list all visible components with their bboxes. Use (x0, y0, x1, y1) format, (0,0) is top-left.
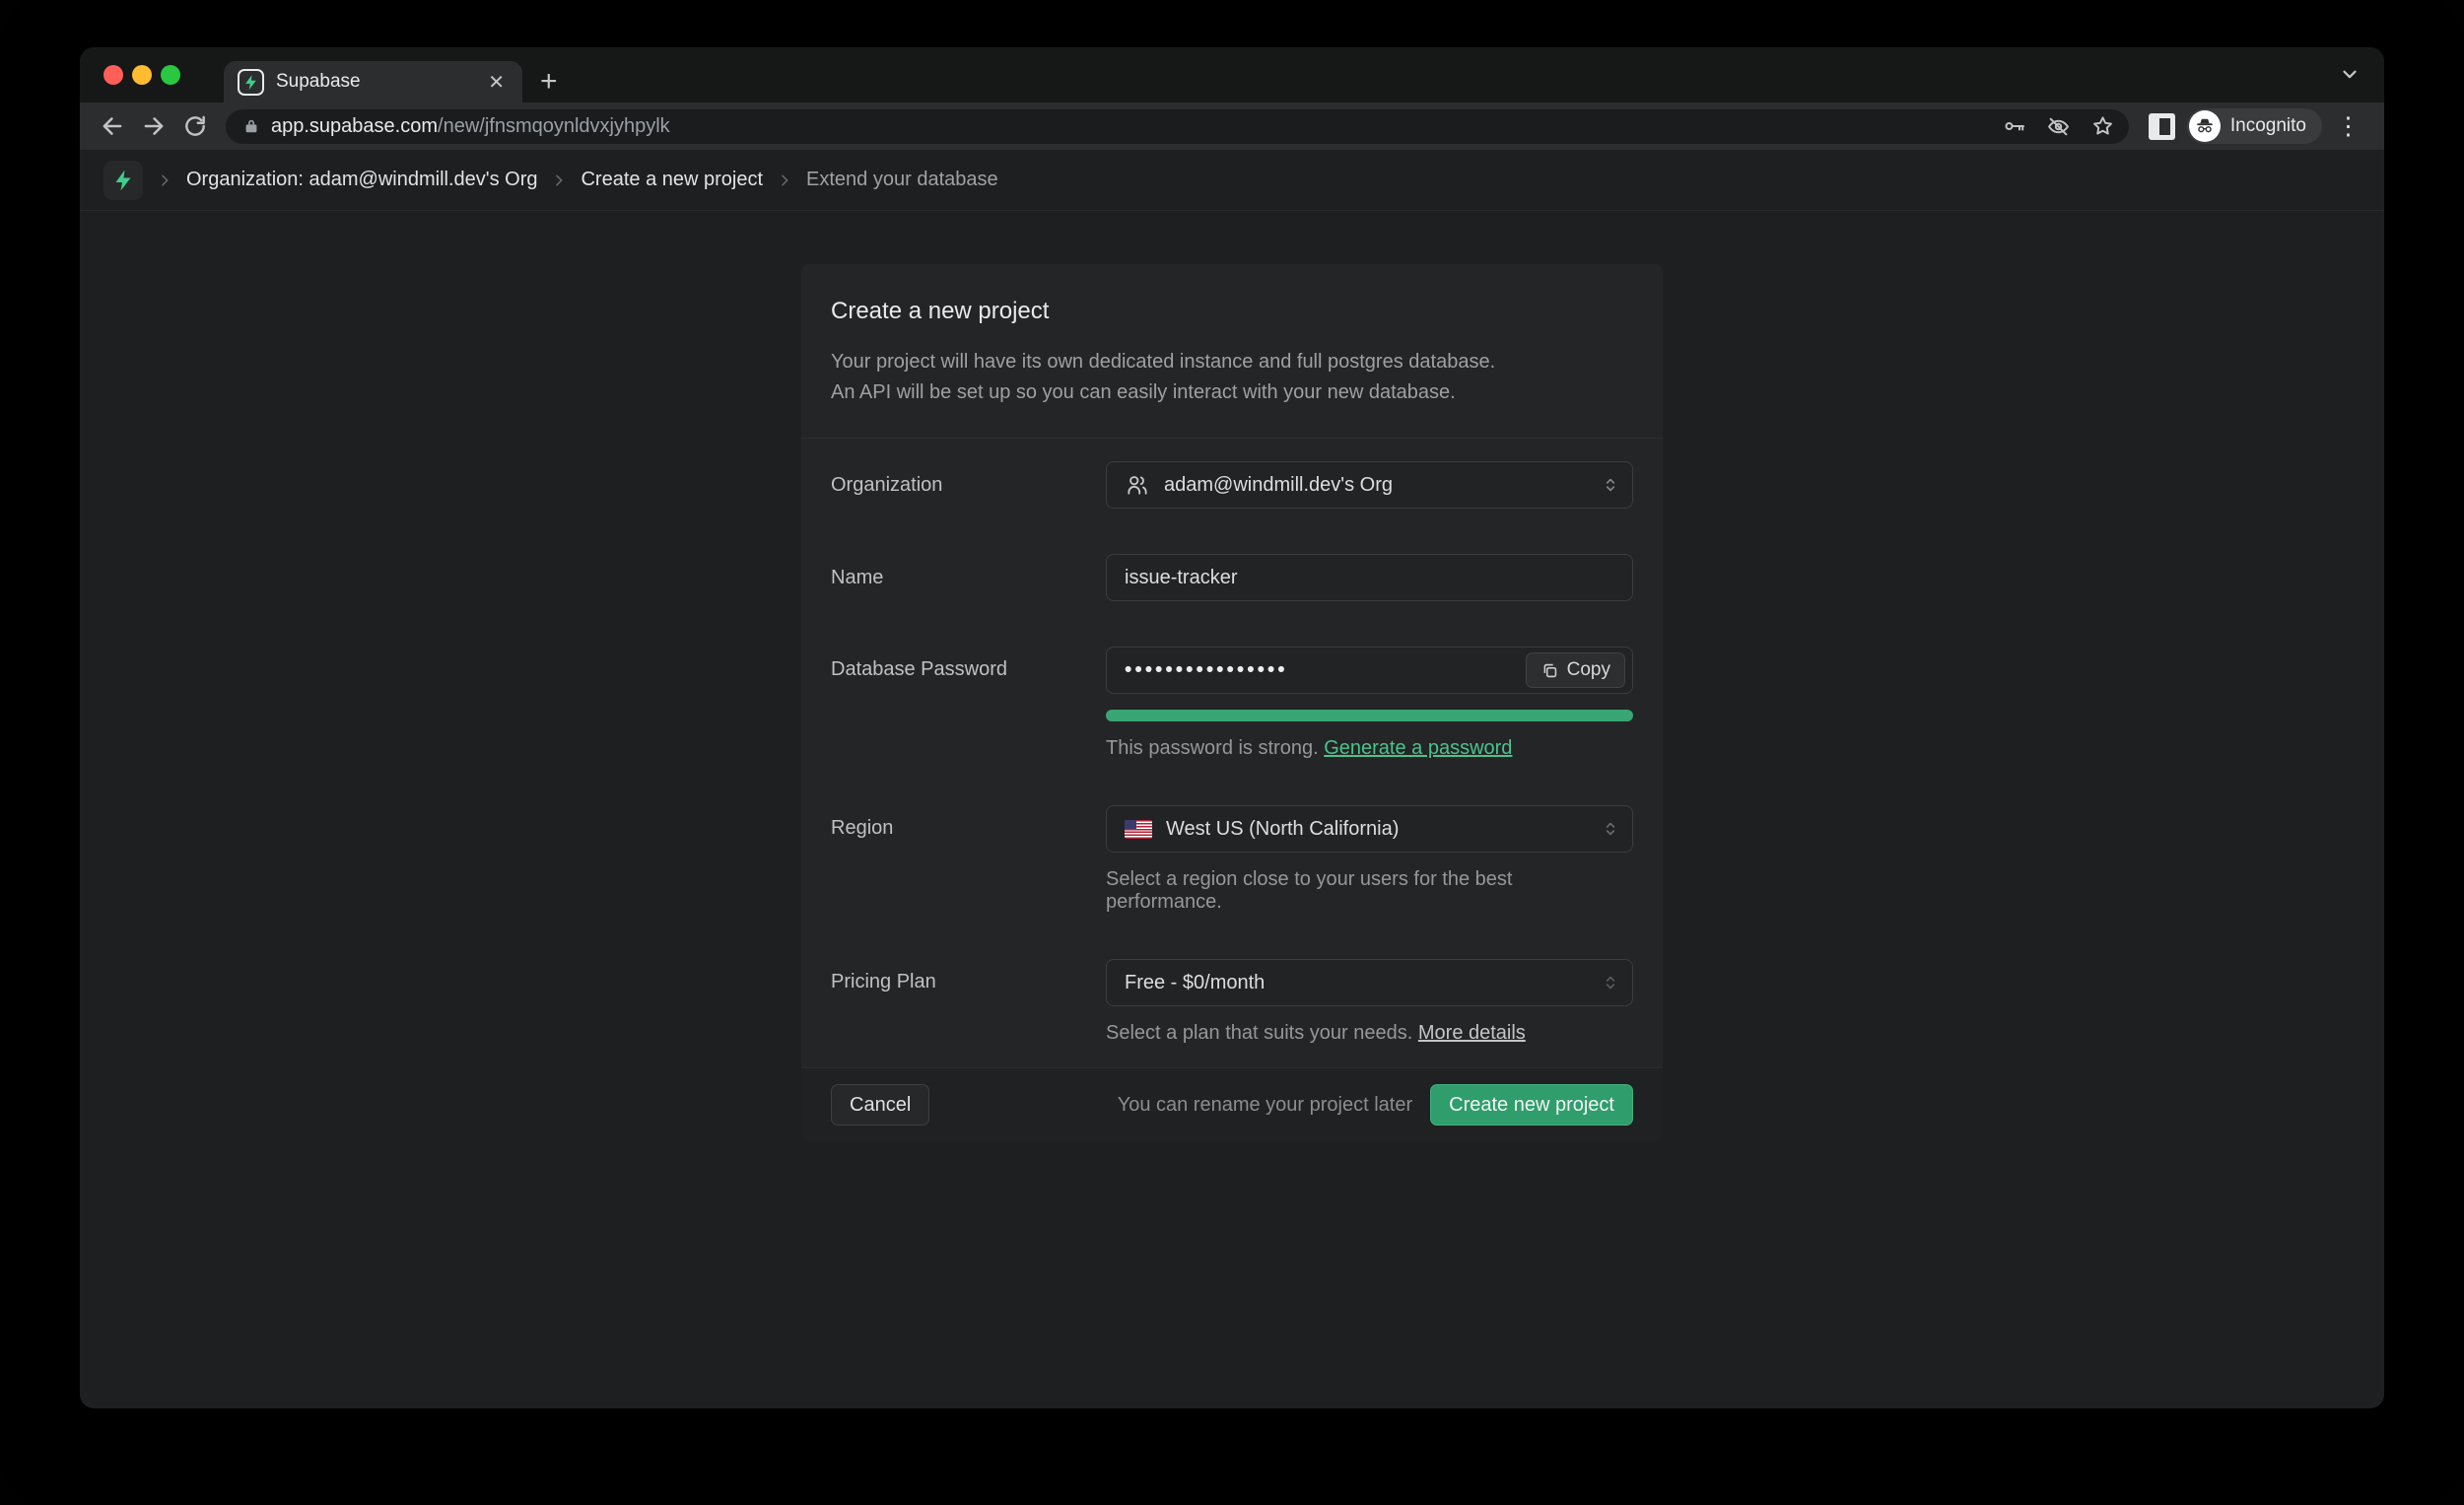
page-title: Create a new project (831, 298, 1633, 325)
minimize-window-button[interactable] (132, 65, 152, 85)
supabase-favicon-icon (238, 69, 264, 96)
tab-close-icon[interactable]: ✕ (484, 70, 509, 95)
new-tab-icon[interactable]: + (540, 67, 558, 97)
description-line-2: An API will be set up so you can easily … (831, 377, 1633, 408)
password-key-icon[interactable] (2003, 114, 2026, 138)
create-project-card: Create a new project Your project will h… (801, 264, 1663, 1141)
generate-password-link[interactable]: Generate a password (1324, 737, 1512, 759)
region-row: Region West US (North California) Select… (801, 783, 1663, 936)
bookmark-star-icon[interactable] (2090, 114, 2115, 139)
more-details-link[interactable]: More details (1418, 1022, 1526, 1044)
description-line-1: Your project will have its own dedicated… (831, 347, 1633, 377)
cancel-button[interactable]: Cancel (831, 1084, 929, 1126)
tab-strip: Supabase ✕ + (80, 47, 2384, 103)
name-label: Name (831, 567, 1106, 589)
password-label: Database Password (831, 658, 1106, 681)
incognito-badge: Incognito (2187, 108, 2322, 144)
project-name-input[interactable] (1106, 554, 1633, 601)
create-new-project-button[interactable]: Create new project (1430, 1084, 1633, 1126)
pricing-value: Free - $0/month (1125, 972, 1614, 994)
browser-menu-icon[interactable]: ⋮ (2326, 111, 2370, 141)
breadcrumb-chevron-icon (551, 172, 567, 188)
select-chevrons-icon (1601, 973, 1620, 992)
tab-search-chevron-icon[interactable] (2339, 63, 2361, 85)
select-chevrons-icon (1601, 475, 1620, 495)
breadcrumb: Organization: adam@windmill.dev's Org Cr… (80, 150, 2384, 211)
lock-icon (241, 116, 261, 136)
password-row: Database Password Copy This password is … (801, 624, 1663, 783)
region-value: West US (North California) (1166, 818, 1614, 841)
name-row: Name (801, 531, 1663, 624)
eye-off-icon[interactable] (2046, 114, 2071, 139)
browser-window: Supabase ✕ + app.supabase.com/new/jfnsmq… (80, 47, 2384, 1408)
organization-value: adam@windmill.dev's Org (1164, 474, 1614, 497)
forward-icon[interactable] (135, 107, 172, 145)
organization-select[interactable]: adam@windmill.dev's Org (1106, 461, 1633, 509)
card-header: Create a new project Your project will h… (801, 264, 1663, 438)
breadcrumb-item-extend-database: Extend your database (806, 169, 998, 191)
breadcrumb-item-create-project[interactable]: Create a new project (581, 169, 763, 191)
pricing-helper-text: Select a plan that suits your needs. (1106, 1022, 1412, 1044)
supabase-logo-icon[interactable] (103, 161, 143, 200)
browser-toolbar: app.supabase.com/new/jfnsmqoynldvxjyhpyl… (80, 103, 2384, 150)
password-block: Copy This password is strong. Generate a… (1106, 647, 1633, 760)
window-controls (103, 47, 180, 103)
tab-title: Supabase (276, 71, 472, 93)
region-block: West US (North California) Select a regi… (1106, 805, 1633, 914)
pricing-block: Free - $0/month Select a plan that suits… (1106, 959, 1633, 1045)
organization-label: Organization (831, 474, 1106, 497)
side-panel-icon[interactable] (2149, 113, 2175, 140)
card-footer: Cancel You can rename your project later… (801, 1067, 1663, 1141)
copy-icon (1540, 661, 1559, 680)
supabase-page: Organization: adam@windmill.dev's Org Cr… (80, 150, 2384, 1347)
incognito-icon (2189, 110, 2221, 142)
password-strength-bar (1106, 710, 1633, 721)
region-label: Region (831, 817, 1106, 840)
browser-tab-supabase[interactable]: Supabase ✕ (224, 61, 522, 103)
password-helper: This password is strong. Generate a pass… (1106, 737, 1633, 760)
users-icon (1125, 472, 1150, 498)
url-path: /new/jfnsmqoynldvxjyhpylk (438, 115, 670, 137)
close-window-button[interactable] (103, 65, 123, 85)
pricing-row: Pricing Plan Free - $0/month Select a pl… (801, 936, 1663, 1067)
breadcrumb-chevron-icon (777, 172, 792, 188)
breadcrumb-item-organization[interactable]: Organization: adam@windmill.dev's Org (186, 169, 537, 191)
select-chevrons-icon (1601, 819, 1620, 839)
breadcrumb-chevron-icon (157, 172, 172, 188)
rename-note: You can rename your project later (1118, 1094, 1412, 1117)
us-flag-icon (1125, 820, 1152, 839)
back-icon[interactable] (94, 107, 131, 145)
reload-icon[interactable] (176, 107, 214, 145)
copy-label: Copy (1567, 659, 1610, 681)
region-helper: Select a region close to your users for … (1106, 868, 1633, 914)
pricing-label: Pricing Plan (831, 971, 1106, 993)
region-select[interactable]: West US (North California) (1106, 805, 1633, 853)
pricing-helper: Select a plan that suits your needs. Mor… (1106, 1022, 1633, 1045)
url-text[interactable]: app.supabase.com/new/jfnsmqoynldvxjyhpyl… (271, 115, 1993, 138)
card-description: Your project will have its own dedicated… (831, 347, 1633, 408)
copy-password-button[interactable]: Copy (1526, 652, 1625, 688)
pricing-select[interactable]: Free - $0/month (1106, 959, 1633, 1006)
address-bar[interactable]: app.supabase.com/new/jfnsmqoynldvxjyhpyl… (226, 109, 2129, 144)
url-domain: app.supabase.com (271, 115, 438, 137)
maximize-window-button[interactable] (161, 65, 180, 85)
incognito-label: Incognito (2230, 115, 2306, 137)
password-strength-text: This password is strong. (1106, 737, 1319, 759)
organization-row: Organization adam@windmill.dev's Org (801, 439, 1663, 531)
